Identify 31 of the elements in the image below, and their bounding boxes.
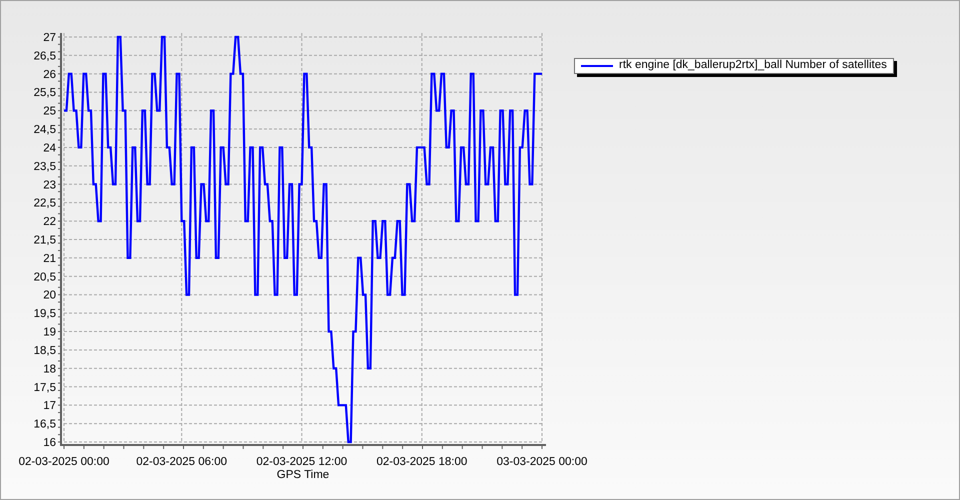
legend-label: rtk engine [dk_ballerup2rtx]_ball Number of satellites [619,60,887,72]
tick-label: 02-03-2025 00:00 [18,456,110,468]
tick-label: 21,5 [34,234,56,246]
tick-label: 20,5 [34,271,56,284]
tick-label: 17,5 [34,382,56,394]
tick-label: 24,5 [34,124,56,136]
tick-label: 02-03-2025 06:00 [136,456,228,468]
tick-label: 02-03-2025 18:00 [376,456,468,468]
tick-label: 22 [43,216,56,228]
tick-label: 19 [43,326,56,339]
axis-title: GPS Time [276,469,330,481]
tick-label: 18,5 [34,344,56,357]
tick-label: 22,5 [34,198,56,210]
tick-label: 21 [43,252,56,265]
tick-label: 23 [43,179,56,192]
tick-label: 26 [43,68,56,81]
tick-label: 19,5 [34,308,56,320]
tick-label: 25,5 [34,87,56,100]
tick-label: 18 [43,363,56,376]
tick-label: 24 [43,142,56,154]
tick-label: 16 [43,437,56,449]
legend-line-icon [581,64,613,68]
tick-label: 16,5 [34,418,56,431]
tick-label: 02-03-2025 12:00 [256,456,348,468]
tick-label: 25 [43,106,56,118]
tick-label: 26,5 [34,50,56,62]
tick-label: 03-03-2025 00:00 [496,456,588,468]
tick-label: 17 [43,400,56,412]
tick-label: 23,5 [34,160,56,173]
tick-label: 20 [43,290,56,302]
tick-label: 27 [43,32,56,44]
